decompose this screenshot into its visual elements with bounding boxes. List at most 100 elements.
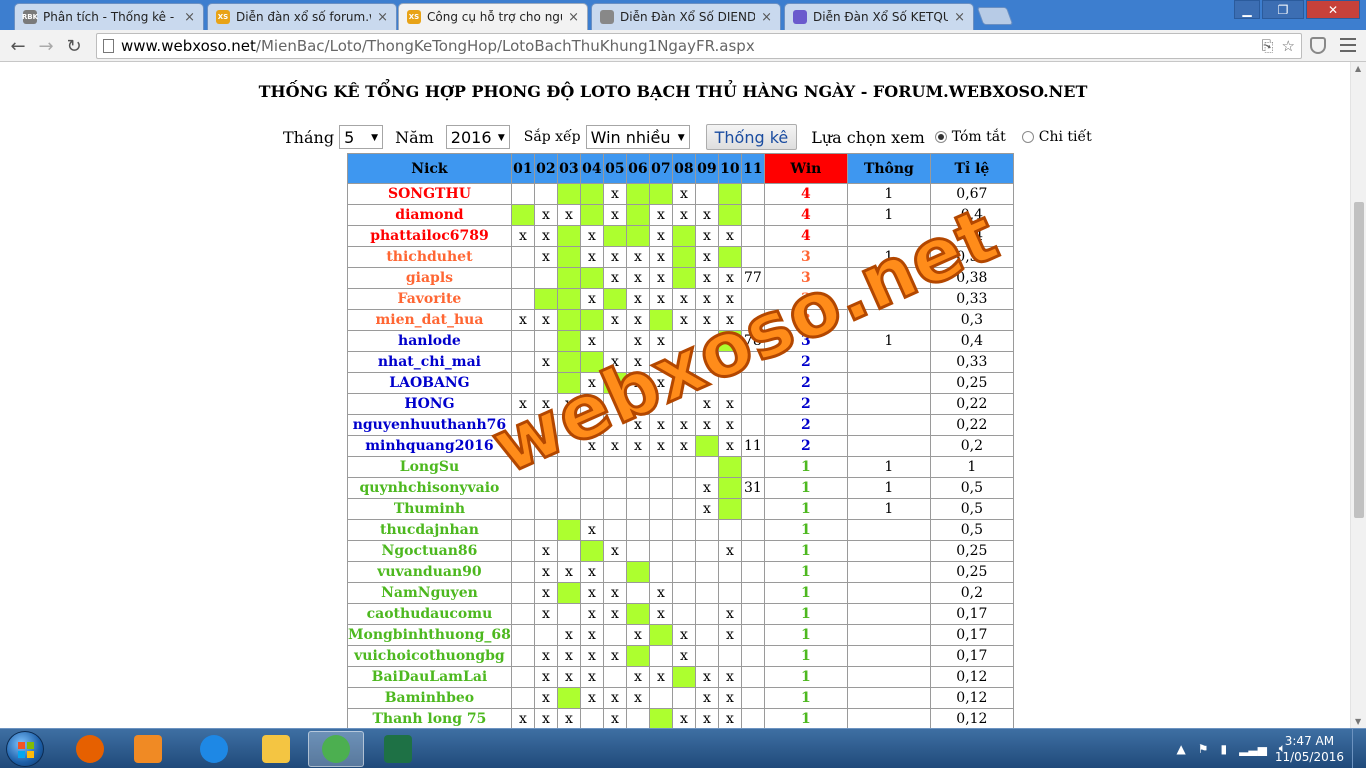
day-cell — [671, 540, 696, 562]
day-cell: x — [694, 267, 719, 289]
address-bar[interactable]: www.webxoso.net/MienBac/Loto/ThongKeTong… — [96, 33, 1302, 59]
nick-cell[interactable]: hanlode — [347, 330, 512, 352]
day-cell — [717, 582, 742, 604]
nick-cell[interactable]: phattailoc6789 — [347, 225, 512, 247]
nick-cell[interactable]: giapls — [347, 267, 512, 289]
taskbar-app[interactable] — [120, 731, 176, 767]
maximize-icon[interactable]: ❐ — [1262, 0, 1304, 19]
minimize-icon[interactable]: ▁ — [1234, 0, 1260, 19]
browser-tab[interactable]: Diễn Đàn Xổ Số KETQUA.N × — [784, 3, 974, 30]
column-header: Win — [763, 153, 848, 184]
clock[interactable]: 3:47 AM 11/05/2016 — [1275, 733, 1344, 765]
tab-close-icon[interactable]: × — [761, 10, 772, 25]
win-cell: 1 — [763, 582, 848, 604]
new-tab-button[interactable] — [976, 7, 1014, 25]
back-arrow-icon[interactable]: ← — [6, 34, 30, 58]
day-cell — [510, 288, 535, 310]
scroll-up-icon[interactable]: ▲ — [1355, 64, 1361, 73]
nick-cell[interactable]: caothudaucomu — [347, 603, 512, 625]
nick-cell[interactable]: Baminhbeo — [347, 687, 512, 709]
nick-cell[interactable]: LongSu — [347, 456, 512, 478]
translate-icon[interactable]: ⎘ — [1262, 37, 1274, 55]
view-summary-label: Tóm tắt — [951, 129, 1006, 145]
taskbar-app[interactable] — [62, 731, 118, 767]
vertical-scrollbar[interactable]: ▲ ▼ — [1350, 62, 1366, 728]
day-cell: x — [717, 603, 742, 625]
action-center-icon[interactable]: ⚑ — [1198, 742, 1209, 756]
rate-cell: 0,4 — [929, 330, 1014, 352]
column-header: 04 — [579, 153, 604, 184]
taskbar-app[interactable] — [370, 731, 426, 767]
day-cell — [648, 519, 673, 541]
browser-tab[interactable]: RBK Phân tích - Thống kê - Du × — [14, 3, 204, 30]
scroll-thumb[interactable] — [1354, 202, 1364, 518]
shield-extension-icon[interactable] — [1310, 37, 1326, 54]
taskbar-app[interactable] — [248, 731, 304, 767]
nick-cell[interactable]: Thanh long 75 — [347, 708, 512, 728]
reload-icon[interactable]: ↻ — [62, 34, 86, 58]
column-header: 03 — [556, 153, 581, 184]
day-cell — [694, 519, 719, 541]
hit-cell — [556, 267, 581, 289]
nick-cell[interactable]: NamNguyen — [347, 582, 512, 604]
day-cell: x — [648, 666, 673, 688]
nick-cell[interactable]: thucdajnhan — [347, 519, 512, 541]
nick-cell[interactable]: thichduhet — [347, 246, 512, 268]
nick-cell[interactable]: LAOBANG — [347, 372, 512, 394]
tab-close-icon[interactable]: × — [184, 10, 195, 25]
day-cell: x — [625, 246, 650, 268]
day-cell — [602, 519, 627, 541]
tab-close-icon[interactable]: × — [377, 10, 388, 25]
column-header: 01 — [510, 153, 535, 184]
rate-cell: 0,2 — [929, 582, 1014, 604]
nick-cell[interactable]: Favorite — [347, 288, 512, 310]
day-cell — [694, 183, 719, 205]
tab-close-icon[interactable]: × — [954, 10, 965, 25]
show-desktop-button[interactable] — [1352, 729, 1366, 768]
tab-strip: ▁ ❐ ✕ RBK Phân tích - Thống kê - Du × XS Diễ… — [0, 0, 1366, 30]
sort-select[interactable]: Win nhiều ▼ — [585, 125, 690, 149]
thong-ke-button[interactable]: Thống kê — [705, 124, 798, 150]
nick-cell[interactable]: SONGTHU — [347, 183, 512, 205]
browser-tab[interactable]: Diễn Đàn Xổ Số DIENDAN × — [591, 3, 781, 30]
scroll-down-icon[interactable]: ▼ — [1355, 717, 1361, 726]
hit-cell — [717, 183, 742, 205]
nick-cell[interactable]: nhat_chi_mai — [347, 351, 512, 373]
browser-tab[interactable]: XS Diễn đàn xổ số forum.web × — [207, 3, 397, 30]
close-window-icon[interactable]: ✕ — [1306, 0, 1360, 19]
forward-arrow-icon[interactable]: → — [34, 34, 58, 58]
taskbar-app[interactable] — [308, 731, 364, 767]
nick-cell[interactable]: quynhchisonyvaio — [347, 477, 512, 499]
month-select[interactable]: 5 ▼ — [339, 125, 384, 149]
nick-cell[interactable]: diamond — [347, 204, 512, 226]
page-content: THỐNG KÊ TỔNG HỢP PHONG ĐỘ LOTO BẠCH THỦ… — [0, 62, 1350, 728]
start-button[interactable] — [6, 731, 44, 767]
day-cell: x — [602, 246, 627, 268]
battery-icon[interactable]: ▮ — [1221, 742, 1228, 756]
win-cell: 1 — [763, 708, 848, 728]
nick-cell[interactable]: BaiDauLamLai — [347, 666, 512, 688]
nick-cell[interactable]: mien_dat_hua — [347, 309, 512, 331]
nick-cell[interactable]: Mongbinhthuong_68 — [347, 624, 512, 646]
view-detail-radio[interactable] — [1021, 131, 1034, 143]
nick-cell[interactable]: minhquang2016 — [347, 435, 512, 457]
nick-cell[interactable]: vuvanduan90 — [347, 561, 512, 583]
table-row: BaiDauLamLai x x x x x x x 1 0,12 — [347, 666, 1014, 688]
year-select[interactable]: 2016 ▼ — [445, 125, 510, 149]
browser-menu-icon[interactable] — [1340, 38, 1356, 52]
day-cell — [648, 477, 673, 499]
day-cell: x — [625, 288, 650, 310]
day-cell — [717, 519, 742, 541]
nick-cell[interactable]: Ngoctuan86 — [347, 540, 512, 562]
view-summary-radio[interactable] — [934, 131, 947, 143]
network-signal-icon[interactable]: ▂▃▅ — [1239, 742, 1267, 756]
nick-cell[interactable]: Thuminh — [347, 498, 512, 520]
browser-tab[interactable]: XS Công cụ hỗ trợ cho người × — [398, 3, 588, 30]
taskbar-app[interactable] — [186, 731, 242, 767]
bookmark-star-icon[interactable]: ☆ — [1282, 37, 1295, 55]
day-cell — [533, 183, 558, 205]
nick-cell[interactable]: vuichoicothuongbg — [347, 645, 512, 667]
tab-close-icon[interactable]: × — [568, 10, 579, 25]
show-hidden-icons-icon[interactable]: ▲ — [1177, 742, 1186, 756]
day-cell: x — [602, 183, 627, 205]
